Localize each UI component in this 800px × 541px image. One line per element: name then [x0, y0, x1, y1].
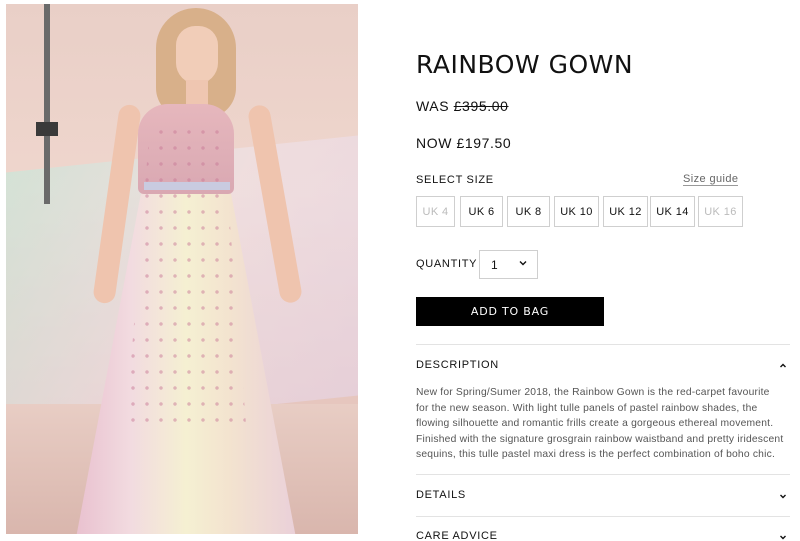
size-option-uk14[interactable]: UK 14 [650, 196, 695, 227]
accordion-care-advice-header[interactable]: CARE ADVICE [416, 527, 790, 541]
quantity-value: 1 [491, 258, 498, 272]
divider [416, 516, 790, 517]
size-option-uk4[interactable]: UK 4 [416, 196, 455, 227]
original-price: £395.00 [453, 98, 509, 114]
was-label: WAS [416, 98, 450, 114]
accordion-details-header[interactable]: DETAILS [416, 486, 790, 506]
quantity-select[interactable]: 1 [479, 250, 538, 279]
product-image [6, 4, 358, 534]
quantity-label: QUANTITY [416, 258, 478, 270]
description-label: DESCRIPTION [416, 359, 499, 371]
now-price: NOW £197.50 [416, 135, 511, 151]
chevron-down-icon [519, 261, 527, 266]
select-size-label: SELECT SIZE [416, 174, 494, 186]
size-option-uk10[interactable]: UK 10 [554, 196, 599, 227]
sale-price: £197.50 [456, 135, 512, 151]
details-label: DETAILS [416, 489, 466, 501]
chevron-up-icon [780, 363, 786, 368]
size-guide-link[interactable]: Size guide [683, 173, 739, 186]
now-label: NOW [416, 135, 453, 151]
model-face [176, 26, 218, 84]
light-stand-head [36, 122, 58, 136]
was-price: WAS £395.00 [416, 98, 508, 114]
accordion-description-header[interactable]: DESCRIPTION [416, 356, 790, 376]
size-option-uk12[interactable]: UK 12 [603, 196, 648, 227]
light-stand [44, 4, 50, 204]
chevron-down-icon [780, 535, 786, 540]
description-text: New for Spring/Sumer 2018, the Rainbow G… [416, 387, 784, 461]
divider [416, 344, 790, 345]
product-title: RAINBOW GOWN [416, 50, 634, 79]
size-option-uk6[interactable]: UK 6 [460, 196, 503, 227]
add-to-bag-button[interactable]: ADD TO BAG [416, 297, 604, 326]
size-option-uk16[interactable]: UK 16 [698, 196, 743, 227]
size-option-uk8[interactable]: UK 8 [507, 196, 550, 227]
care-advice-label: CARE ADVICE [416, 530, 498, 541]
divider [416, 474, 790, 475]
chevron-down-icon [780, 494, 786, 499]
